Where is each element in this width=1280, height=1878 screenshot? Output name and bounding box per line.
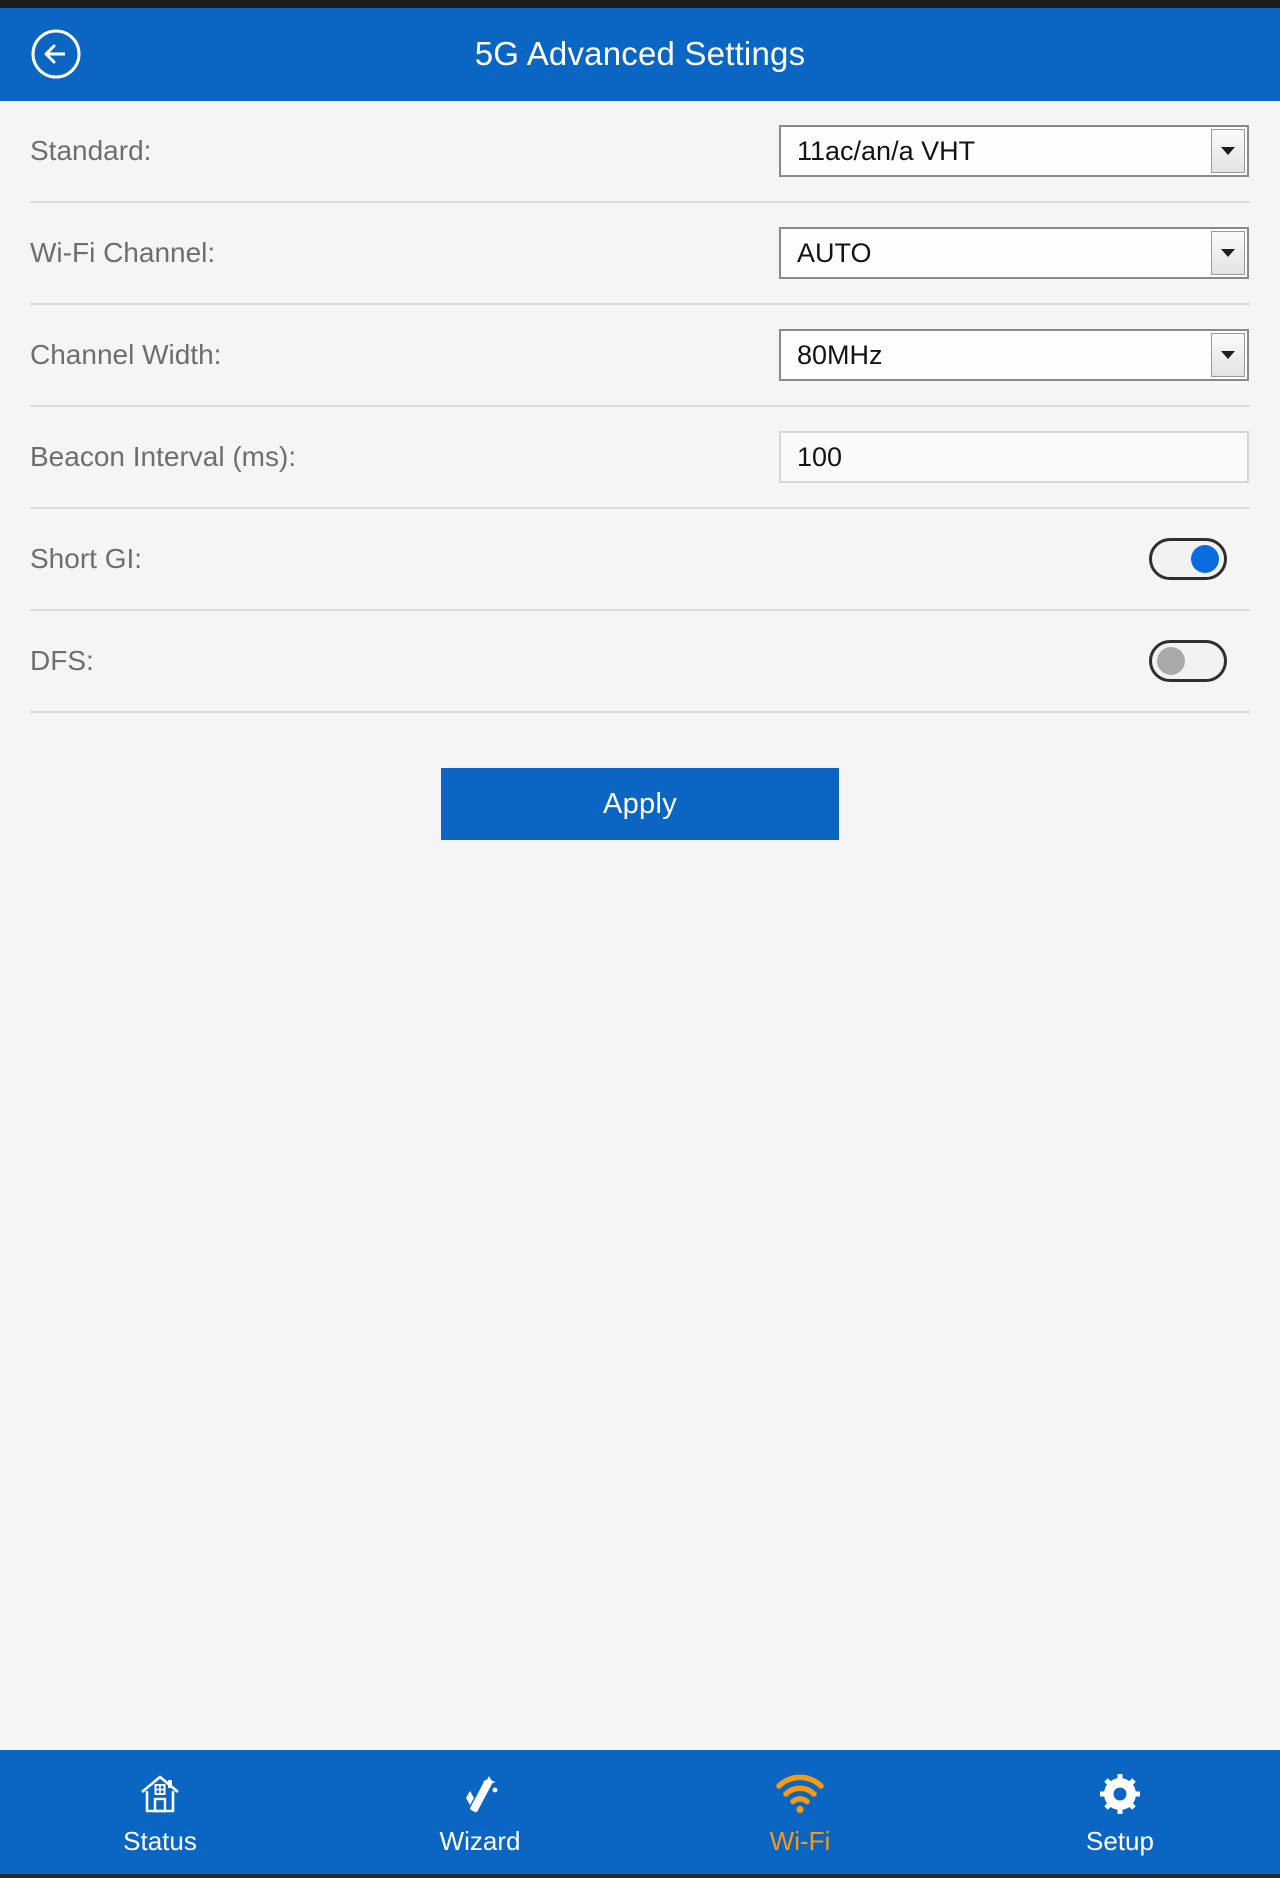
home-icon xyxy=(137,1770,183,1818)
channel-width-select-value: 80MHz xyxy=(797,339,883,370)
row-standard: Standard: 11ac/an/a VHT xyxy=(30,101,1250,203)
app-root: 5G Advanced Settings Standard: 11ac/an/a… xyxy=(0,0,1280,1878)
chevron-down-icon[interactable] xyxy=(1211,333,1245,377)
channel-width-select[interactable]: 80MHz xyxy=(779,329,1249,381)
wifi-channel-select[interactable]: AUTO xyxy=(779,227,1249,279)
chevron-down-icon[interactable] xyxy=(1211,231,1245,275)
nav-label-setup: Setup xyxy=(1086,1826,1154,1856)
settings-rows: Standard: 11ac/an/a VHT Wi-Fi Channel: A… xyxy=(0,101,1280,713)
row-dfs: DFS: xyxy=(30,611,1250,713)
label-channel-width: Channel Width: xyxy=(30,339,222,370)
apply-area: Apply xyxy=(0,768,1280,840)
gear-icon xyxy=(1097,1770,1143,1818)
wand-icon xyxy=(457,1770,503,1818)
beacon-interval-input[interactable] xyxy=(779,431,1249,483)
page-title: 5G Advanced Settings xyxy=(474,34,806,72)
wifi-icon xyxy=(775,1770,825,1818)
page-header: 5G Advanced Settings xyxy=(0,8,1280,101)
wifi-channel-select-value: AUTO xyxy=(797,237,872,268)
chevron-down-icon[interactable] xyxy=(1211,129,1245,173)
settings-content: Standard: 11ac/an/a VHT Wi-Fi Channel: A… xyxy=(0,101,1280,1750)
label-standard: Standard: xyxy=(30,135,152,166)
row-channel-width: Channel Width: 80MHz xyxy=(30,305,1250,407)
row-short-gi: Short GI: xyxy=(30,509,1250,611)
label-short-gi: Short GI: xyxy=(30,543,143,574)
back-arrow-circle-icon xyxy=(31,29,81,78)
row-wifi-channel: Wi-Fi Channel: AUTO xyxy=(30,203,1250,305)
standard-select-value: 11ac/an/a VHT xyxy=(797,135,976,166)
nav-item-status[interactable]: Status xyxy=(0,1753,320,1874)
dfs-toggle[interactable] xyxy=(1149,640,1227,682)
toggle-knob xyxy=(1157,647,1185,675)
nav-label-wizard: Wizard xyxy=(439,1826,521,1856)
apply-button[interactable]: Apply xyxy=(441,768,839,840)
nav-label-wifi: Wi-Fi xyxy=(769,1826,831,1856)
nav-item-wifi[interactable]: Wi-Fi xyxy=(640,1753,960,1874)
standard-select[interactable]: 11ac/an/a VHT xyxy=(779,125,1249,177)
label-beacon-interval: Beacon Interval (ms): xyxy=(30,441,297,472)
status-bar xyxy=(0,0,1280,8)
bottom-navigation: Status Wizard Wi-Fi Setup xyxy=(0,1750,1280,1878)
label-dfs: DFS: xyxy=(30,645,94,676)
short-gi-toggle[interactable] xyxy=(1149,538,1227,580)
nav-item-setup[interactable]: Setup xyxy=(960,1753,1280,1874)
back-button[interactable] xyxy=(30,28,82,80)
row-beacon-interval: Beacon Interval (ms): xyxy=(30,407,1250,509)
nav-item-wizard[interactable]: Wizard xyxy=(320,1753,640,1874)
toggle-knob xyxy=(1191,545,1219,573)
label-wifi-channel: Wi-Fi Channel: xyxy=(30,237,216,268)
nav-label-status: Status xyxy=(123,1826,197,1856)
